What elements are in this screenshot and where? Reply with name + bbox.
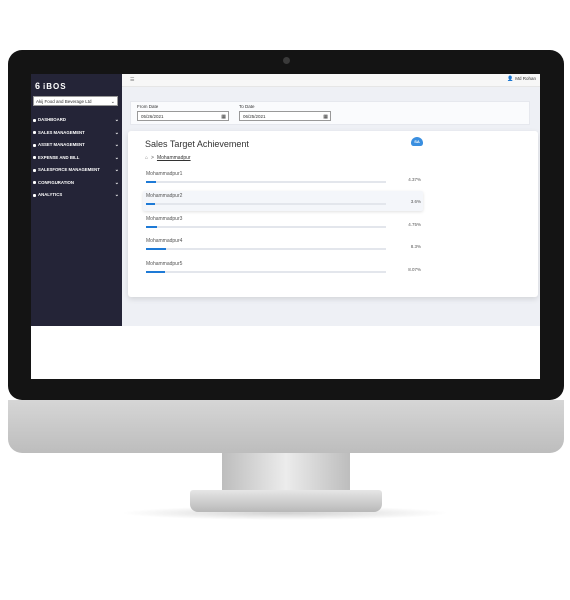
progress-track [146,271,386,273]
monitor-chin [8,400,564,453]
topbar: ☰ 👤 Md Rohan [122,74,540,87]
progress-fill [146,271,166,273]
sidebar-item-salesforce-management[interactable]: SALESFORCE MANAGEMENT ⌄ [31,164,122,177]
list-item[interactable]: Mohammadpur2 3.6% [143,191,423,211]
menu-item-icon [32,168,36,172]
from-date-input[interactable]: 05/26/2021 ▦ [137,111,229,121]
sidebar-item-dashboard[interactable]: DASHBOARD ⌄ [31,114,122,127]
monitor-stand-neck [222,453,350,491]
to-date-value: 06/25/2021 [243,114,266,119]
sales-target-card: Sales Target Achievement SA ⌂ > Mohammadpu… [128,131,538,297]
from-date-label: From Date [137,104,159,109]
row-name: Mohammadpur1 [146,171,183,177]
progress-fill [146,181,157,183]
progress-track [146,181,386,183]
row-name: Mohammadpur3 [146,216,183,222]
progress-fill [146,248,166,250]
app-logo[interactable]: 6 iBOS [35,81,67,91]
sidebar-item-label: DASHBOARD [38,117,66,122]
logo-text: iBOS [43,82,67,91]
row-percent: 8.3% [410,244,421,249]
menu-item-icon [32,181,36,184]
user-name: Md Rohan [515,76,536,81]
row-percent: 4.37% [408,177,421,182]
row-percent: 8.07% [408,267,421,272]
sidebar-item-label: SALESFORCE MANAGEMENT [38,167,100,172]
sidebar: 6 iBOS Akij Food and Beverage Ltd ⌄ DASHB… [31,74,122,326]
sidebar-item-label: SALES MANAGEMENT [38,129,85,135]
sidebar-item-configuration[interactable]: CONFIGURATION ⌄ [31,177,122,190]
chevron-down-icon: ⌄ [110,99,115,105]
progress-track [146,226,386,228]
breadcrumb-link[interactable]: Mohammadpur [157,155,191,161]
menu-item-icon [32,131,36,134]
sidebar-item-expense-and-bill[interactable]: EXPENSE AND BILL ⌄ [31,152,122,165]
chevron-down-icon: ⌄ [114,142,119,148]
menu-item-icon [32,193,36,197]
home-icon[interactable]: ⌂ [145,155,148,161]
speedometer-icon[interactable]: SA [411,137,423,146]
main-content: From Date 05/26/2021 ▦ To Date 06/25/202… [122,87,540,326]
sidebar-item-sales-management[interactable]: SALES MANAGEMENT ⌄ [31,127,122,140]
progress-fill [146,226,158,228]
calendar-icon[interactable]: ▦ [323,112,328,122]
sidebar-menu: DASHBOARD ⌄ SALES MANAGEMENT ⌄ ASSET MAN… [31,114,122,202]
user-menu[interactable]: 👤 Md Rohan [507,76,536,82]
screen: 6 iBOS Akij Food and Beverage Ltd ⌄ DASHB… [31,74,540,379]
hamburger-menu-icon[interactable]: ☰ [130,77,138,83]
sidebar-item-label: EXPENSE AND BILL [38,154,80,160]
sidebar-item-label: ANALYTICS [38,192,63,197]
user-icon: 👤 [507,76,514,82]
row-name: Mohammadpur2 [146,193,183,199]
to-date-input[interactable]: 06/25/2021 ▦ [239,111,331,121]
screen-footer-area [31,326,540,379]
company-select[interactable]: Akij Food and Beverage Ltd ⌄ [33,96,118,106]
breadcrumb: ⌂ > Mohammadpur [145,155,191,161]
company-select-value: Akij Food and Beverage Ltd [36,99,92,104]
list-item[interactable]: Mohammadpur1 4.37% [143,169,423,189]
card-title: Sales Target Achievement [145,139,249,149]
breadcrumb-separator: > [151,155,154,161]
chevron-down-icon: ⌄ [114,179,119,186]
chevron-down-icon: ⌄ [114,154,119,161]
menu-item-icon [32,143,36,147]
monitor-stand-foot [190,490,382,512]
row-name: Mohammadpur4 [146,238,183,244]
chevron-down-icon: ⌄ [114,167,119,173]
sidebar-item-analytics[interactable]: ANALYTICS ⌄ [31,189,122,202]
progress-track [146,203,386,205]
row-percent: 3.6% [410,199,421,204]
logo-icon: 6 [35,81,42,91]
chevron-down-icon: ⌄ [114,129,119,136]
date-filter-bar: From Date 05/26/2021 ▦ To Date 06/25/202… [130,101,530,125]
row-name: Mohammadpur5 [146,261,183,267]
camera-icon [283,57,290,64]
menu-item-icon [32,118,36,122]
sidebar-item-label: CONFIGURATION [38,179,74,185]
list-item[interactable]: Mohammadpur3 4.75% [143,214,423,234]
from-date-value: 05/26/2021 [141,114,164,119]
sidebar-item-asset-management[interactable]: ASSET MANAGEMENT ⌄ [31,139,122,152]
chevron-down-icon: ⌄ [114,117,119,123]
menu-item-icon [32,156,36,159]
calendar-icon[interactable]: ▦ [221,112,226,122]
sidebar-item-label: ASSET MANAGEMENT [38,142,85,147]
to-date-label: To Date [239,104,255,109]
list-item[interactable]: Mohammadpur4 8.3% [143,236,423,256]
progress-fill [146,203,155,205]
progress-track [146,248,386,250]
list-item[interactable]: Mohammadpur5 8.07% [143,259,423,279]
row-percent: 4.75% [408,222,421,227]
chevron-down-icon: ⌄ [114,192,119,198]
